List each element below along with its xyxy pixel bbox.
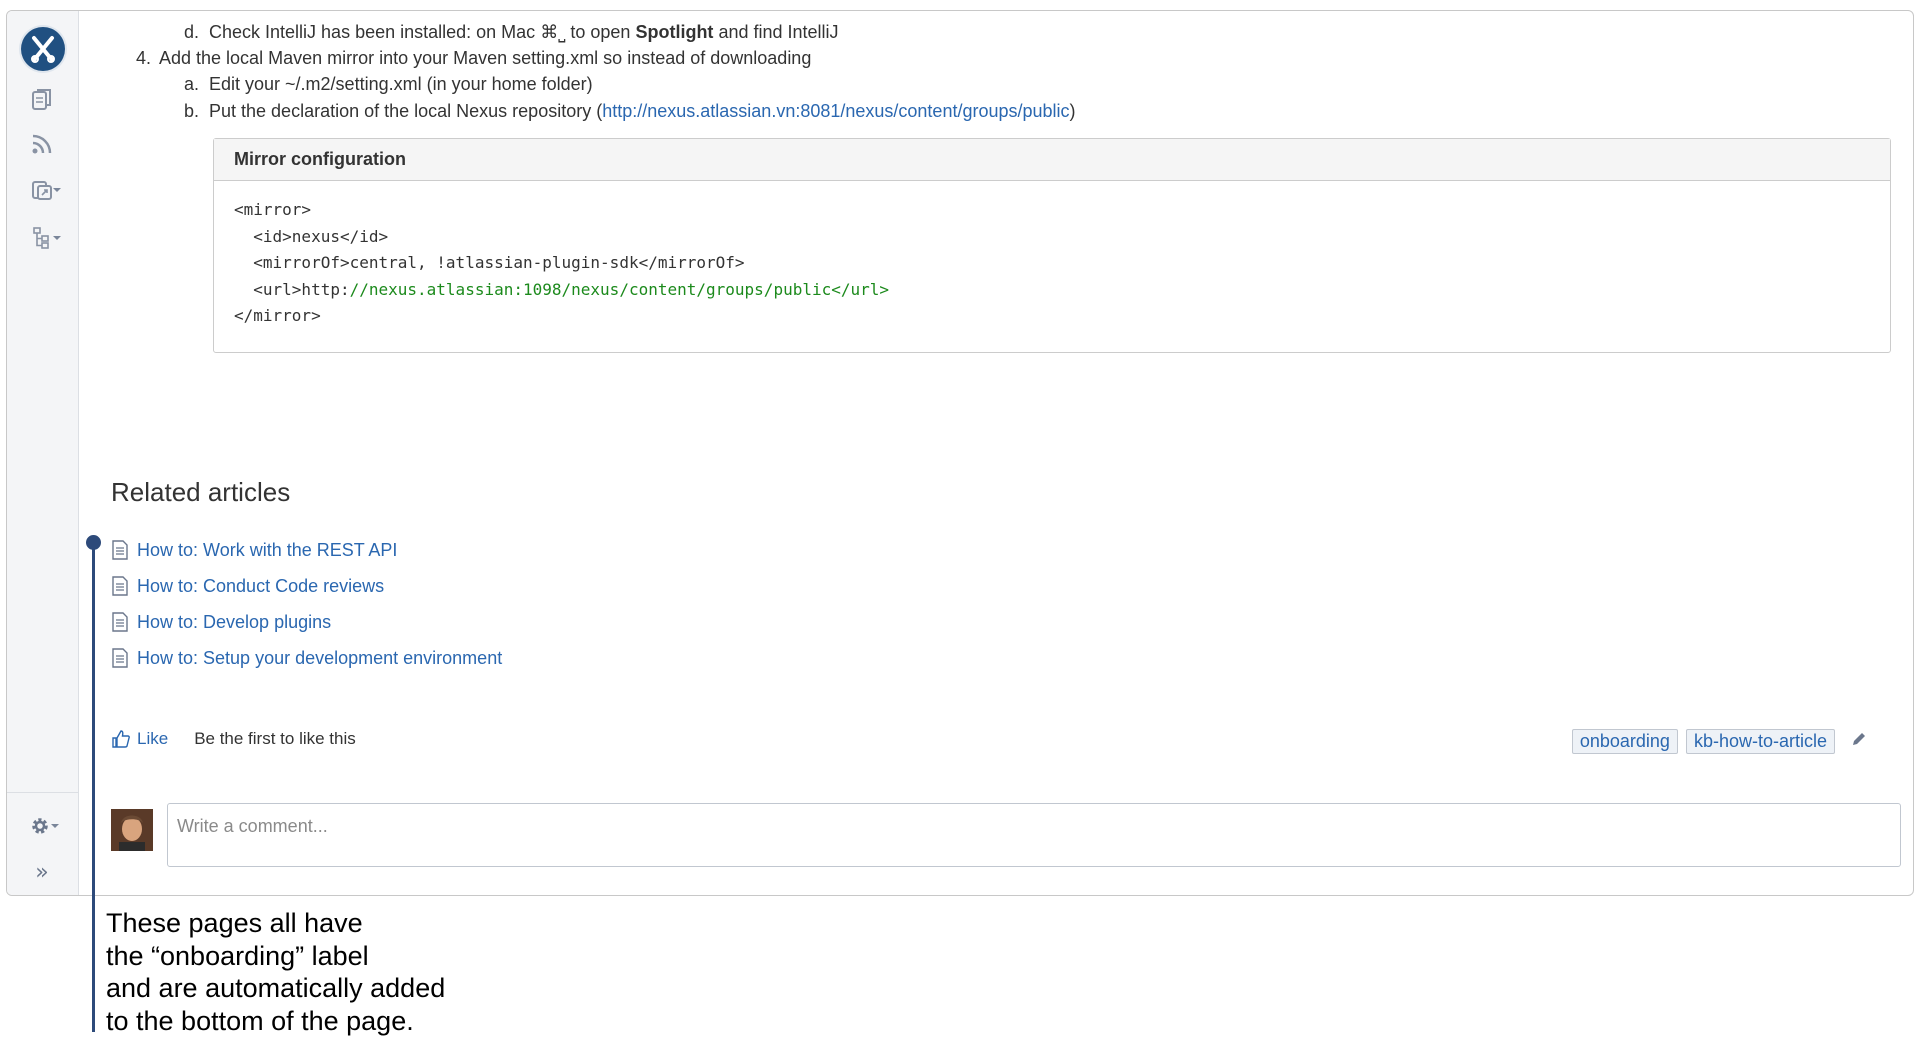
callout-line xyxy=(92,542,95,1032)
page-icon xyxy=(112,576,128,596)
pages-icon[interactable] xyxy=(25,83,59,117)
step-4a: a. Edit your ~/.m2/setting.xml (in your … xyxy=(184,72,593,96)
code-token: <url>http: xyxy=(234,279,350,299)
step-text: to open xyxy=(565,22,636,42)
related-article-link[interactable]: How to: Work with the REST API xyxy=(137,540,397,561)
related-article-item[interactable]: How to: Conduct Code reviews xyxy=(111,571,384,601)
related-article-link[interactable]: How to: Conduct Code reviews xyxy=(137,576,384,597)
create-from-template-icon[interactable] xyxy=(25,173,61,207)
user-avatar xyxy=(111,809,153,851)
thumbs-up-icon[interactable] xyxy=(111,729,131,749)
code-block-title: Mirror configuration xyxy=(214,139,1890,181)
list-marker: 4. xyxy=(135,48,151,68)
callout-line-text: and are automatically added xyxy=(106,973,446,1003)
related-article-item[interactable]: How to: Develop plugins xyxy=(111,607,331,637)
comment-input[interactable]: Write a comment... xyxy=(167,803,1901,867)
code-line: <url>http://nexus.atlassian:1098/nexus/c… xyxy=(234,277,1870,304)
label-tag[interactable]: kb-how-to-article xyxy=(1685,729,1835,754)
list-marker: b. xyxy=(183,101,199,121)
callout-dot xyxy=(86,535,101,550)
code-block: Mirror configuration <mirror> <id>nexus<… xyxy=(213,138,1891,353)
list-marker: d. xyxy=(183,22,199,42)
code-line: </mirror> xyxy=(234,306,321,325)
nexus-repository-link[interactable]: http://nexus.atlassian.vn:8081/nexus/con… xyxy=(602,101,1069,121)
callout-text: These pages all have the “onboarding” la… xyxy=(106,907,445,1037)
page-tree-icon[interactable] xyxy=(25,221,61,255)
confluence-window: » d. Check IntelliJ has been installed: … xyxy=(6,10,1914,896)
list-marker: a. xyxy=(183,74,199,94)
step-text: and find IntelliJ xyxy=(713,22,839,42)
callout-line-text: the “onboarding” label xyxy=(106,940,369,971)
code-line: <id>nexus</id> xyxy=(234,226,389,246)
like-row: Like Be the first to like this xyxy=(111,729,356,749)
step-bold-text: Spotlight xyxy=(635,22,714,42)
settings-icon[interactable] xyxy=(23,809,59,843)
sidebar-divider xyxy=(7,792,78,793)
feed-icon[interactable] xyxy=(25,127,59,161)
page-icon xyxy=(112,648,128,668)
related-article-link[interactable]: How to: Develop plugins xyxy=(137,612,331,633)
related-articles-heading: Related articles xyxy=(111,477,291,507)
callout-line-text: to the bottom of the page. xyxy=(106,1005,414,1036)
step-d: d. Check IntelliJ has been installed: on… xyxy=(184,20,839,44)
edit-labels-icon[interactable] xyxy=(1851,731,1867,752)
expand-icon[interactable]: » xyxy=(25,855,59,889)
step-text: Check IntelliJ has been installed: on Ma… xyxy=(209,22,541,42)
step-text: Edit your ~/.m2/setting.xml (in your hom… xyxy=(209,74,593,94)
step-4: 4. Add the local Maven mirror into your … xyxy=(136,46,812,70)
related-article-item[interactable]: How to: Work with the REST API xyxy=(111,535,397,565)
code-line: <mirror> xyxy=(234,200,312,219)
step-4b: b. Put the declaration of the local Nexu… xyxy=(184,99,1076,123)
like-button[interactable]: Like xyxy=(137,729,168,749)
label-tag[interactable]: onboarding xyxy=(1571,729,1678,754)
like-status: Be the first to like this xyxy=(194,729,356,748)
callout-line-text: These pages all have xyxy=(106,908,363,938)
space-sidebar: » xyxy=(7,11,79,895)
related-article-link[interactable]: How to: Setup your development environme… xyxy=(137,648,502,669)
keyboard-shortcut: ⌘⎵ xyxy=(540,22,566,42)
page-icon xyxy=(112,540,128,560)
page-icon xyxy=(112,612,128,632)
step-text: Put the declaration of the local Nexus r… xyxy=(209,101,603,121)
labels-list: onboarding kb-how-to-article xyxy=(1571,729,1867,754)
code-content[interactable]: <mirror> <id>nexus</id> <mirrorOf>centra… xyxy=(214,181,1890,346)
code-line: <mirrorOf>central, !atlassian-plugin-sdk… xyxy=(234,253,745,272)
step-text: ) xyxy=(1069,101,1076,121)
code-url-token: //nexus.atlassian:1098/nexus/content/gro… xyxy=(349,279,890,299)
related-article-item[interactable]: How to: Setup your development environme… xyxy=(111,643,502,673)
step-text: Add the local Maven mirror into your Mav… xyxy=(159,48,812,68)
space-logo-icon[interactable] xyxy=(21,27,65,71)
page-content: d. Check IntelliJ has been installed: on… xyxy=(79,11,1913,895)
